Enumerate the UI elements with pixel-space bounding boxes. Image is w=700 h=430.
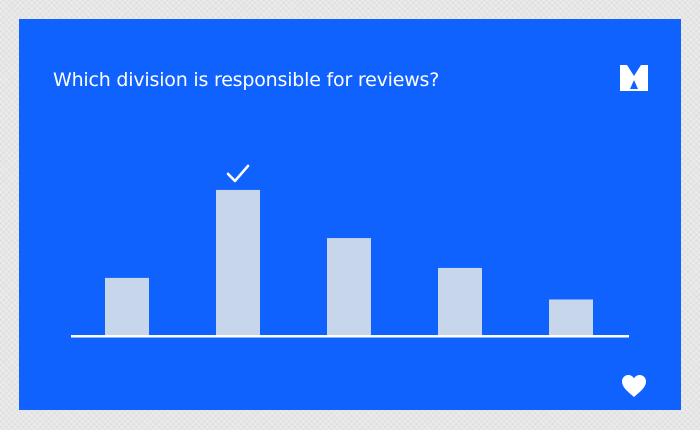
chart-bar-1 [105, 277, 149, 336]
chart-bar-3 [327, 238, 371, 336]
results-card: Which division is responsible for review… [19, 19, 681, 410]
chart-bar-5 [549, 299, 593, 336]
heart-icon[interactable] [621, 374, 647, 398]
checkmark-icon [226, 164, 250, 183]
results-bar-chart [71, 164, 629, 338]
chart-bar-4 [438, 267, 482, 336]
chart-bar-2 [216, 189, 260, 336]
chart-baseline [71, 335, 629, 338]
